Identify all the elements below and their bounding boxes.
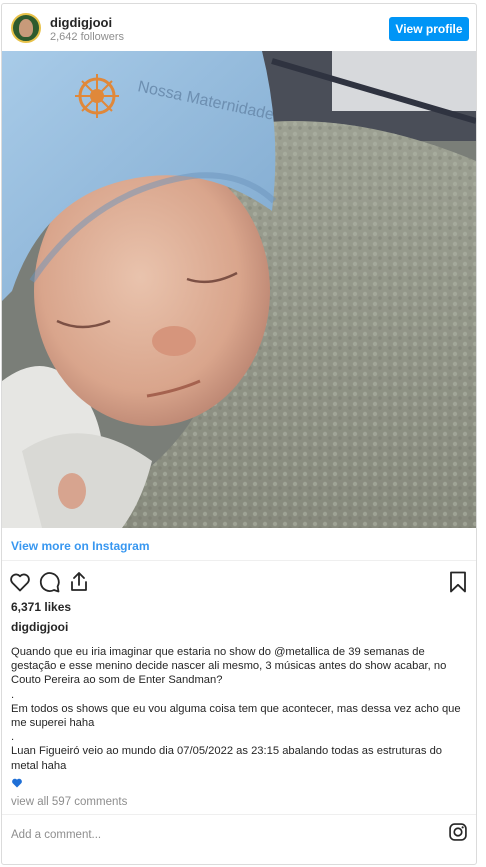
view-all-comments-link[interactable]: view all 597 comments: [11, 796, 127, 808]
caption-line: Em todos os shows que eu vou alguma cois…: [11, 702, 461, 730]
view-more-link[interactable]: View more on Instagram: [11, 539, 150, 553]
blue-heart-icon: [12, 778, 22, 788]
divider: [2, 560, 476, 561]
caption-line: Quando que eu iria imaginar que estaria …: [11, 646, 447, 687]
follower-count: 2,642 followers: [50, 31, 124, 43]
caption-separator: .: [11, 688, 15, 701]
caption-username[interactable]: digdigjooi: [11, 620, 68, 634]
action-bar: [8, 570, 470, 594]
baby-photo-illustration: Nossa Maternidade: [2, 51, 476, 528]
comment-icon[interactable]: [37, 570, 61, 594]
caption-line: Luan Figueiró veio ao mundo dia 07/05/20…: [11, 745, 443, 772]
bookmark-icon[interactable]: [446, 570, 470, 594]
post-photo[interactable]: Nossa Maternidade: [2, 51, 476, 528]
like-count[interactable]: 6,371 likes: [11, 600, 71, 614]
share-icon[interactable]: [67, 570, 91, 594]
instagram-embed-card: digdigjooi 2,642 followers View profile: [1, 3, 477, 865]
view-profile-button[interactable]: View profile: [389, 17, 469, 41]
instagram-icon[interactable]: [448, 822, 468, 842]
heart-icon[interactable]: [8, 570, 32, 594]
caption-separator: .: [11, 731, 15, 744]
avatar[interactable]: [11, 13, 41, 43]
divider: [2, 814, 476, 815]
header-username[interactable]: digdigjooi: [50, 15, 112, 30]
caption-text: Quando que eu iria imaginar que estaria …: [11, 645, 469, 773]
post-header: digdigjooi 2,642 followers View profile: [2, 4, 476, 51]
add-comment-input[interactable]: Add a comment...: [11, 829, 101, 841]
